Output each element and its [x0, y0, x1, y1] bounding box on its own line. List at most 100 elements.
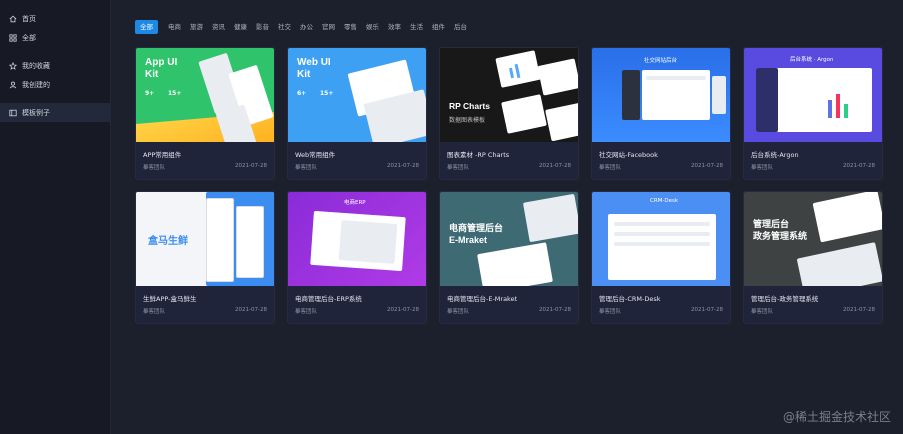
card-team: 摹客团队 [599, 165, 622, 171]
sidebar-item-templates[interactable]: 模板例子 [0, 103, 110, 122]
template-thumbnail: 社交网站后台 [592, 48, 730, 142]
thumb-badge: 15+ [320, 90, 334, 97]
card-team: 摹客团队 [751, 309, 774, 315]
sidebar: 首页 全部 我的收藏 我创建的 模板例子 [0, 0, 111, 434]
template-card[interactable]: CRM-Desk 管理后台-CRM-Desk 摹客团队 2021-07-28 [591, 191, 731, 324]
sidebar-item-created[interactable]: 我创建的 [0, 75, 110, 94]
category-tabs: 全部 电商 旅游 资讯 健康 影音 社交 办公 官网 零售 娱乐 效率 生活 组… [135, 20, 476, 34]
sidebar-item-label: 我的收藏 [22, 61, 50, 70]
card-date: 2021-07-28 [843, 163, 875, 169]
tab-retail[interactable]: 零售 [344, 20, 357, 34]
card-date: 2021-07-28 [387, 163, 419, 169]
home-icon [9, 15, 17, 23]
card-date: 2021-07-28 [387, 307, 419, 313]
card-date: 2021-07-28 [691, 163, 723, 169]
template-card[interactable]: Web UI Kit 6+ 15+ Web常用组件 摹客团队 2021-07-28 [287, 47, 427, 180]
template-card[interactable]: 盒马生鲜 生鲜APP-盒马鲜生 摹客团队 2021-07-28 [135, 191, 275, 324]
card-team: 摹客团队 [447, 165, 470, 171]
thumb-title-line: 管理后台 [753, 219, 790, 229]
template-card[interactable]: 管理后台政务管理系统 管理后台-政务管理系统 摹客团队 2021-07-28 [743, 191, 883, 324]
sidebar-item-label: 我创建的 [22, 80, 50, 89]
card-team: 摹客团队 [599, 309, 622, 315]
thumb-subtitle: 后台系统 · Argon [790, 57, 834, 63]
thumb-badge: 15+ [168, 90, 182, 97]
card-title: 管理后台-CRM-Desk [599, 295, 661, 303]
tab-all[interactable]: 全部 [135, 20, 158, 34]
tab-news[interactable]: 资讯 [212, 20, 225, 34]
thumb-title-line: E-Mraket [449, 235, 488, 245]
tab-admin[interactable]: 后台 [454, 20, 467, 34]
card-team: 摹客团队 [143, 165, 166, 171]
card-date: 2021-07-28 [235, 163, 267, 169]
main-content: 全部 电商 旅游 资讯 健康 影音 社交 办公 官网 零售 娱乐 效率 生活 组… [111, 0, 903, 434]
tab-life[interactable]: 生活 [410, 20, 423, 34]
thumb-title-line: App UI [145, 57, 178, 68]
template-card[interactable]: 社交网站后台 社交网站-Facebook 摹客团队 2021-07-28 [591, 47, 731, 180]
thumb-subtitle: CRM-Desk [650, 198, 679, 204]
template-card[interactable]: 后台系统 · Argon 后台系统-Argon 摹客团队 2021-07-28 [743, 47, 883, 180]
thumb-subtitle: 数据图表模板 [449, 117, 486, 124]
card-team: 摹客团队 [295, 309, 318, 315]
tab-website[interactable]: 官网 [322, 20, 335, 34]
thumb-subtitle: 电商ERP [344, 200, 366, 206]
template-card[interactable]: 电商管理后台 E-Mraket 电商管理后台-E-Mraket 摹客团队 2021-… [439, 191, 579, 324]
sidebar-item-all[interactable]: 全部 [0, 28, 110, 47]
template-card[interactable]: App UI Kit 9+ 15+ APP常用组件 摹客团队 2021-07-28 [135, 47, 275, 180]
template-thumbnail: 后台系统 · Argon [744, 48, 882, 142]
card-title: 电商管理后台-ERP系统 [295, 295, 362, 303]
card-title: 管理后台-政务管理系统 [751, 295, 819, 303]
thumb-title-line: Kit [145, 69, 159, 80]
tab-efficiency[interactable]: 效率 [388, 20, 401, 34]
sidebar-item-label: 全部 [22, 33, 36, 42]
tab-ecommerce[interactable]: 电商 [168, 20, 181, 34]
card-team: 摹客团队 [143, 309, 166, 315]
sidebar-item-favorites[interactable]: 我的收藏 [0, 56, 110, 75]
template-thumbnail: 电商管理后台 E-Mraket [440, 192, 578, 286]
thumb-title-line: 政务管理系统 [753, 231, 808, 241]
tab-health[interactable]: 健康 [234, 20, 247, 34]
sidebar-item-label: 模板例子 [22, 108, 50, 117]
tab-social[interactable]: 社交 [278, 20, 291, 34]
card-title: APP常用组件 [143, 151, 182, 159]
sidebar-item-label: 首页 [22, 14, 36, 23]
card-team: 摹客团队 [751, 165, 774, 171]
template-card[interactable]: RP Charts 数据图表模板 图表素材 -RP Charts 摹客团队 202… [439, 47, 579, 180]
template-thumbnail: 盒马生鲜 [136, 192, 274, 286]
tab-office[interactable]: 办公 [300, 20, 313, 34]
template-card[interactable]: 电商ERP 电商管理后台-ERP系统 摹客团队 2021-07-28 [287, 191, 427, 324]
thumb-subtitle: 社交网站后台 [644, 58, 678, 64]
card-title: Web常用组件 [295, 151, 336, 159]
card-date: 2021-07-28 [691, 307, 723, 313]
card-team: 摹客团队 [295, 165, 318, 171]
template-grid: App UI Kit 9+ 15+ APP常用组件 摹客团队 2021-07-28 … [135, 47, 883, 324]
card-team: 摹客团队 [447, 309, 470, 315]
template-thumbnail: 管理后台政务管理系统 [744, 192, 882, 286]
sidebar-item-home[interactable]: 首页 [0, 9, 110, 28]
thumb-title-line: Web UI [297, 57, 331, 68]
card-title: 后台系统-Argon [751, 151, 799, 159]
card-title: 社交网站-Facebook [599, 151, 658, 159]
template-thumbnail: Web UI Kit 6+ 15+ [288, 48, 426, 142]
tab-components[interactable]: 组件 [432, 20, 445, 34]
card-date: 2021-07-28 [539, 163, 571, 169]
thumb-title-line: Kit [297, 69, 311, 80]
card-date: 2021-07-28 [843, 307, 875, 313]
template-thumbnail: App UI Kit 9+ 15+ [136, 48, 274, 142]
card-title: 图表素材 -RP Charts [447, 151, 510, 159]
grid-icon [9, 33, 17, 42]
thumb-title-line: 盒马生鲜 [148, 236, 188, 247]
user-icon [9, 81, 17, 89]
thumb-title-line: 电商管理后台 [449, 223, 504, 233]
card-title: 生鲜APP-盒马鲜生 [143, 295, 197, 303]
thumb-title-line: RP Charts [449, 101, 490, 111]
tab-travel[interactable]: 旅游 [190, 20, 203, 34]
tab-media[interactable]: 影音 [256, 20, 269, 34]
card-date: 2021-07-28 [235, 307, 267, 313]
thumb-badge: 6+ [297, 90, 307, 97]
tab-entertainment[interactable]: 娱乐 [366, 20, 379, 34]
star-icon [9, 61, 17, 70]
card-date: 2021-07-28 [539, 307, 571, 313]
template-thumbnail: CRM-Desk [592, 192, 730, 286]
template-thumbnail: 电商ERP [288, 192, 426, 286]
template-thumbnail: RP Charts 数据图表模板 [440, 48, 578, 142]
